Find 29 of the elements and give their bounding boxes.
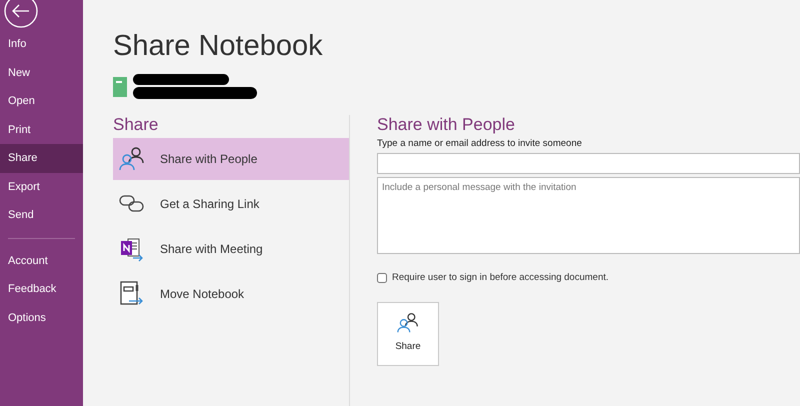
link-icon [119,194,145,214]
people-icon [397,312,419,334]
panel-heading: Share with People [377,115,516,135]
nav-item[interactable]: Options [0,304,83,332]
invite-label: Type a name or email address to invite someone [377,137,583,151]
invite-field[interactable] [377,153,800,174]
nav-item[interactable]: Feedback [0,275,83,304]
nav-item[interactable]: Print [0,116,83,144]
share-option[interactable]: Share with Meeting [113,228,349,270]
share-button[interactable]: Share [377,302,439,366]
nav-item[interactable]: Share [0,144,83,172]
nav-item[interactable]: Account [0,246,83,275]
share-option[interactable]: Share with People [113,138,349,180]
section-heading: Share [113,115,160,135]
share-option[interactable]: Get a Sharing Link [113,183,349,225]
sign-in-checkbox[interactable] [377,273,387,284]
notebook-icon [113,77,127,97]
nav-item[interactable]: Export [0,172,83,201]
nav-item[interactable]: Info [0,30,83,58]
nav-item[interactable]: Send [0,201,83,230]
share-option[interactable]: Move Notebook [113,273,349,315]
back-icon[interactable] [4,0,38,28]
nav-item[interactable]: New [0,58,83,87]
page-title: Share Notebook [113,29,324,64]
onenote-icon [119,236,145,262]
sign-in-label: Require user to sign in before accessing document. [392,271,609,286]
nav-item[interactable]: Open [0,87,83,116]
message-field[interactable]: Include a personal message with the invitation [377,177,800,254]
people-icon [119,146,145,172]
